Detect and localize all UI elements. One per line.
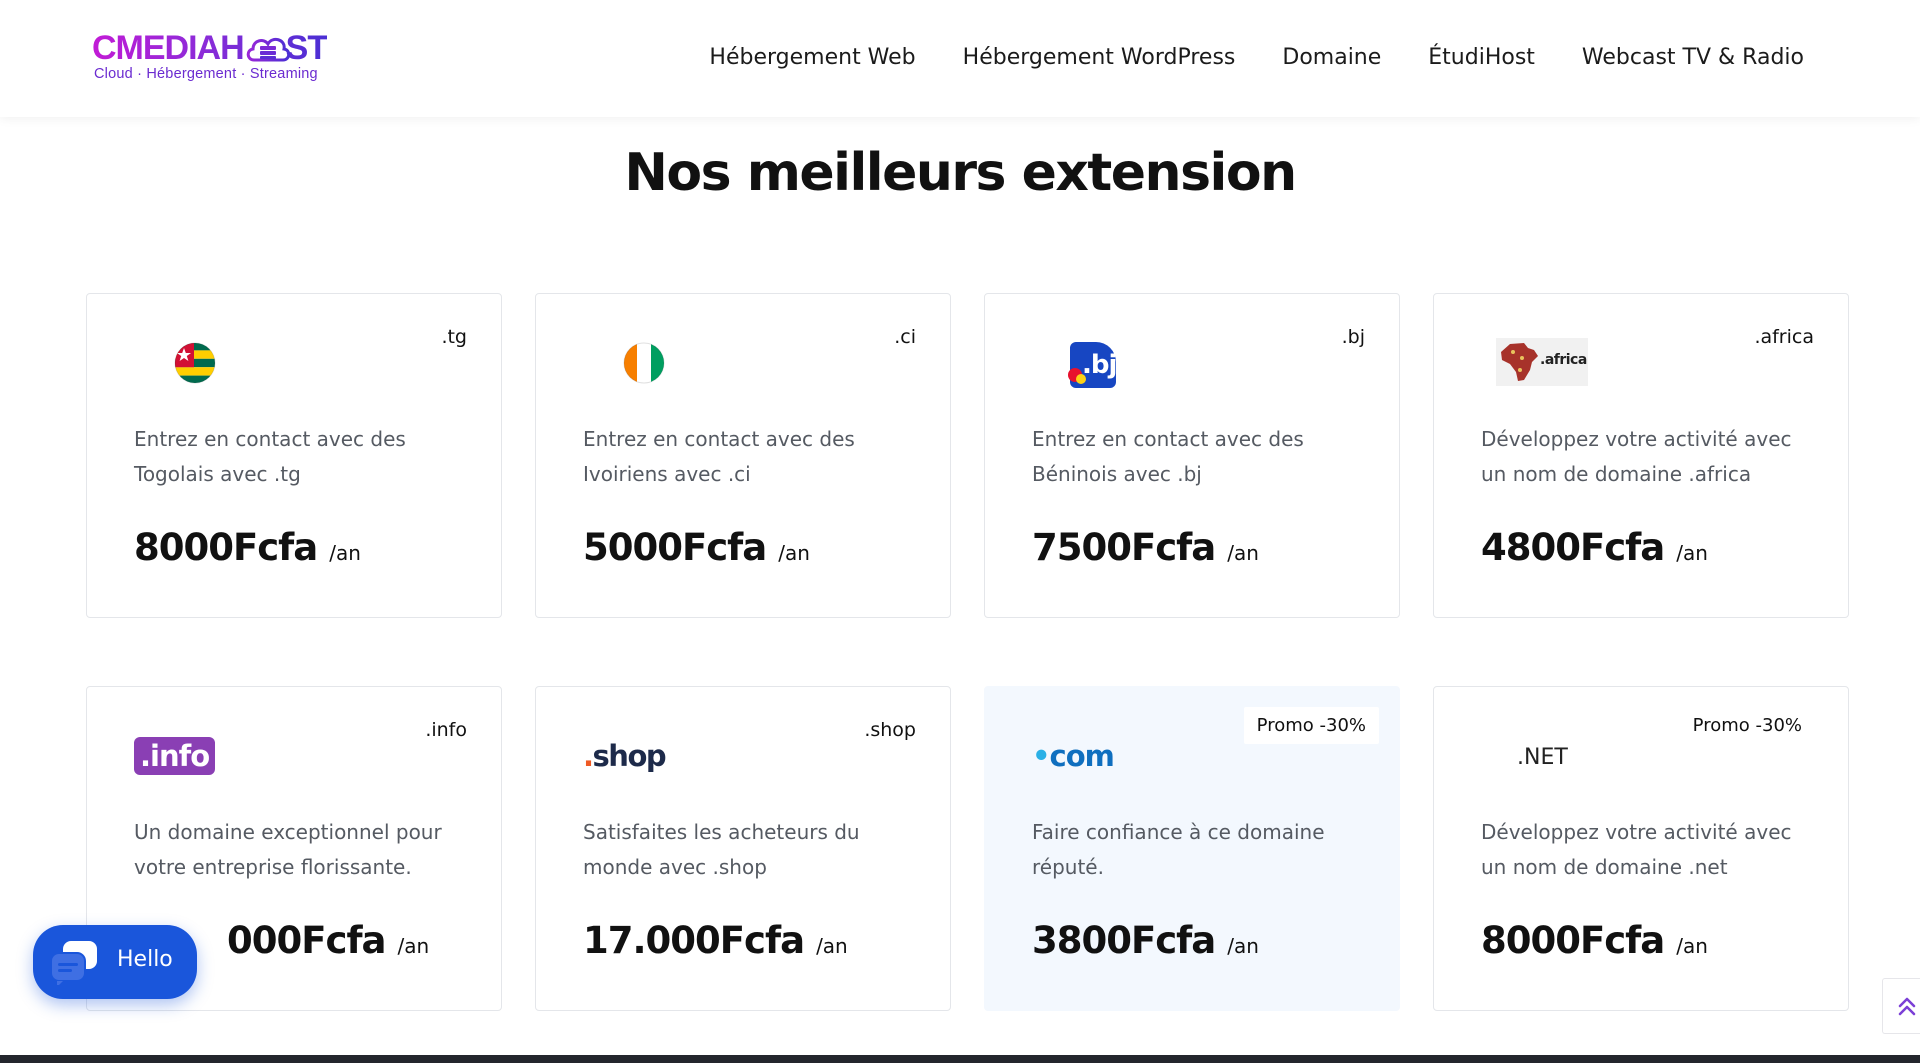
chat-widget-button[interactable]: Hello <box>33 925 197 999</box>
site-header: CMEDIAH ST Cloud · Hébergement · Streamin… <box>0 0 1920 117</box>
nav-domaine[interactable]: Domaine <box>1282 40 1381 76</box>
price-period: /an <box>778 541 810 565</box>
extension-description: Développez votre activité avec un nom de… <box>1481 427 1792 486</box>
price-row: 3800Fcfa/an <box>1032 919 1259 962</box>
extension-description: Entrez en contact avec des Ivoiriens ave… <box>583 427 855 486</box>
chat-label: Hello <box>117 947 173 972</box>
extension-card-com[interactable]: Promo -30% •com Faire confiance à ce dom… <box>984 686 1400 1011</box>
extension-price: 7500Fcfa <box>1032 526 1216 569</box>
brand-logo[interactable]: CMEDIAH ST Cloud · Hébergement · Streamin… <box>92 28 352 86</box>
extension-description: Développez votre activité avec un nom de… <box>1481 820 1792 879</box>
main-nav: Hébergement Web Hébergement WordPress Do… <box>662 40 1804 76</box>
price-row: 000Fcfa/an <box>227 919 429 962</box>
extension-card-net[interactable]: Promo -30% .NET Développez votre activit… <box>1433 686 1849 1011</box>
net-logo-text: .NET <box>1517 745 1568 770</box>
bj-logo-text: .bj <box>1082 350 1117 380</box>
nav-etudihost[interactable]: ÉtudiHost <box>1428 40 1535 76</box>
chat-bubble-icon <box>50 941 97 985</box>
cloud-server-icon <box>246 37 291 62</box>
extension-tag: .africa <box>1754 326 1814 348</box>
promo-badge: Promo -30% <box>1692 715 1802 736</box>
info-logo-text: .info <box>134 737 216 775</box>
price-row: 7500Fcfa/an <box>1032 526 1259 569</box>
extension-tag: .ci <box>894 326 916 348</box>
price-period: /an <box>1227 541 1259 565</box>
africa-logo-text: .africa <box>1540 352 1587 368</box>
extension-price: 3800Fcfa <box>1032 919 1216 962</box>
extension-price: 4800Fcfa <box>1481 526 1665 569</box>
extension-description: Entrez en contact avec des Béninois avec… <box>1032 427 1304 486</box>
extension-description: Satisfaites les acheteurs du monde avec … <box>583 820 860 879</box>
extension-tag: .info <box>425 719 467 741</box>
price-period: /an <box>1227 934 1259 958</box>
extension-card-ci[interactable]: .ci Entrez en contact avec des Ivoiriens… <box>535 293 951 618</box>
info-domain-logo: .info <box>134 731 274 791</box>
extension-card-tg[interactable]: .tg Entrez en contact avec des Togolais … <box>86 293 502 618</box>
scroll-to-top-button[interactable] <box>1882 978 1920 1034</box>
price-period: /an <box>397 934 430 958</box>
africa-domain-logo: .africa <box>1481 338 1621 398</box>
price-row: 4800Fcfa/an <box>1481 526 1708 569</box>
price-period: /an <box>816 934 848 958</box>
extension-price: 000Fcfa <box>227 919 387 962</box>
extension-card-bj[interactable]: .bj .bj Entrez en contact avec des Bénin… <box>984 293 1400 618</box>
price-period: /an <box>329 541 361 565</box>
shop-domain-logo: .shop <box>583 731 723 791</box>
extension-tag: .bj <box>1341 326 1365 348</box>
extension-price: 8000Fcfa <box>134 526 318 569</box>
price-row: 17.000Fcfa/an <box>583 919 848 962</box>
net-domain-logo: .NET <box>1481 731 1621 791</box>
extension-price: 17.000Fcfa <box>583 919 805 962</box>
nav-webcast[interactable]: Webcast TV & Radio <box>1582 40 1804 76</box>
cote-divoire-flag-icon <box>583 338 723 398</box>
nav-hebergement-web[interactable]: Hébergement Web <box>709 40 915 76</box>
double-chevron-up-icon <box>1898 997 1916 1016</box>
extension-card-shop[interactable]: .shop .shop Satisfaites les acheteurs du… <box>535 686 951 1011</box>
promo-badge: Promo -30% <box>1243 707 1379 744</box>
section-title: Nos meilleurs extension <box>624 143 1297 203</box>
togo-flag-icon <box>134 338 274 398</box>
price-row: 8000Fcfa/an <box>134 526 361 569</box>
price-row: 8000Fcfa/an <box>1481 919 1708 962</box>
africa-map-icon <box>1501 343 1538 381</box>
extension-tag: .shop <box>864 719 916 741</box>
extension-description: Entrez en contact avec des Togolais avec… <box>134 427 406 486</box>
extension-tag: .tg <box>441 326 467 348</box>
footer-edge <box>0 1055 1920 1063</box>
brand-tagline: Cloud · Hébergement · Streaming <box>94 66 318 82</box>
shop-logo-text: .shop <box>583 739 667 773</box>
extension-card-africa[interactable]: .africa .africa Développez votre activit… <box>1433 293 1849 618</box>
price-period: /an <box>1676 934 1708 958</box>
extension-description: Faire confiance à ce domaine réputé. <box>1032 820 1325 879</box>
price-row: 5000Fcfa/an <box>583 526 810 569</box>
com-logo-text: •com <box>1032 739 1115 773</box>
com-domain-logo: •com <box>1032 731 1172 791</box>
extension-price: 5000Fcfa <box>583 526 767 569</box>
extension-description: Un domaine exceptionnel pour votre entre… <box>134 820 442 879</box>
africa-logo-box: .africa <box>1496 338 1588 386</box>
extension-price: 8000Fcfa <box>1481 919 1665 962</box>
nav-hebergement-wordpress[interactable]: Hébergement WordPress <box>963 40 1236 76</box>
bj-domain-logo: .bj <box>1032 338 1172 398</box>
price-period: /an <box>1676 541 1708 565</box>
